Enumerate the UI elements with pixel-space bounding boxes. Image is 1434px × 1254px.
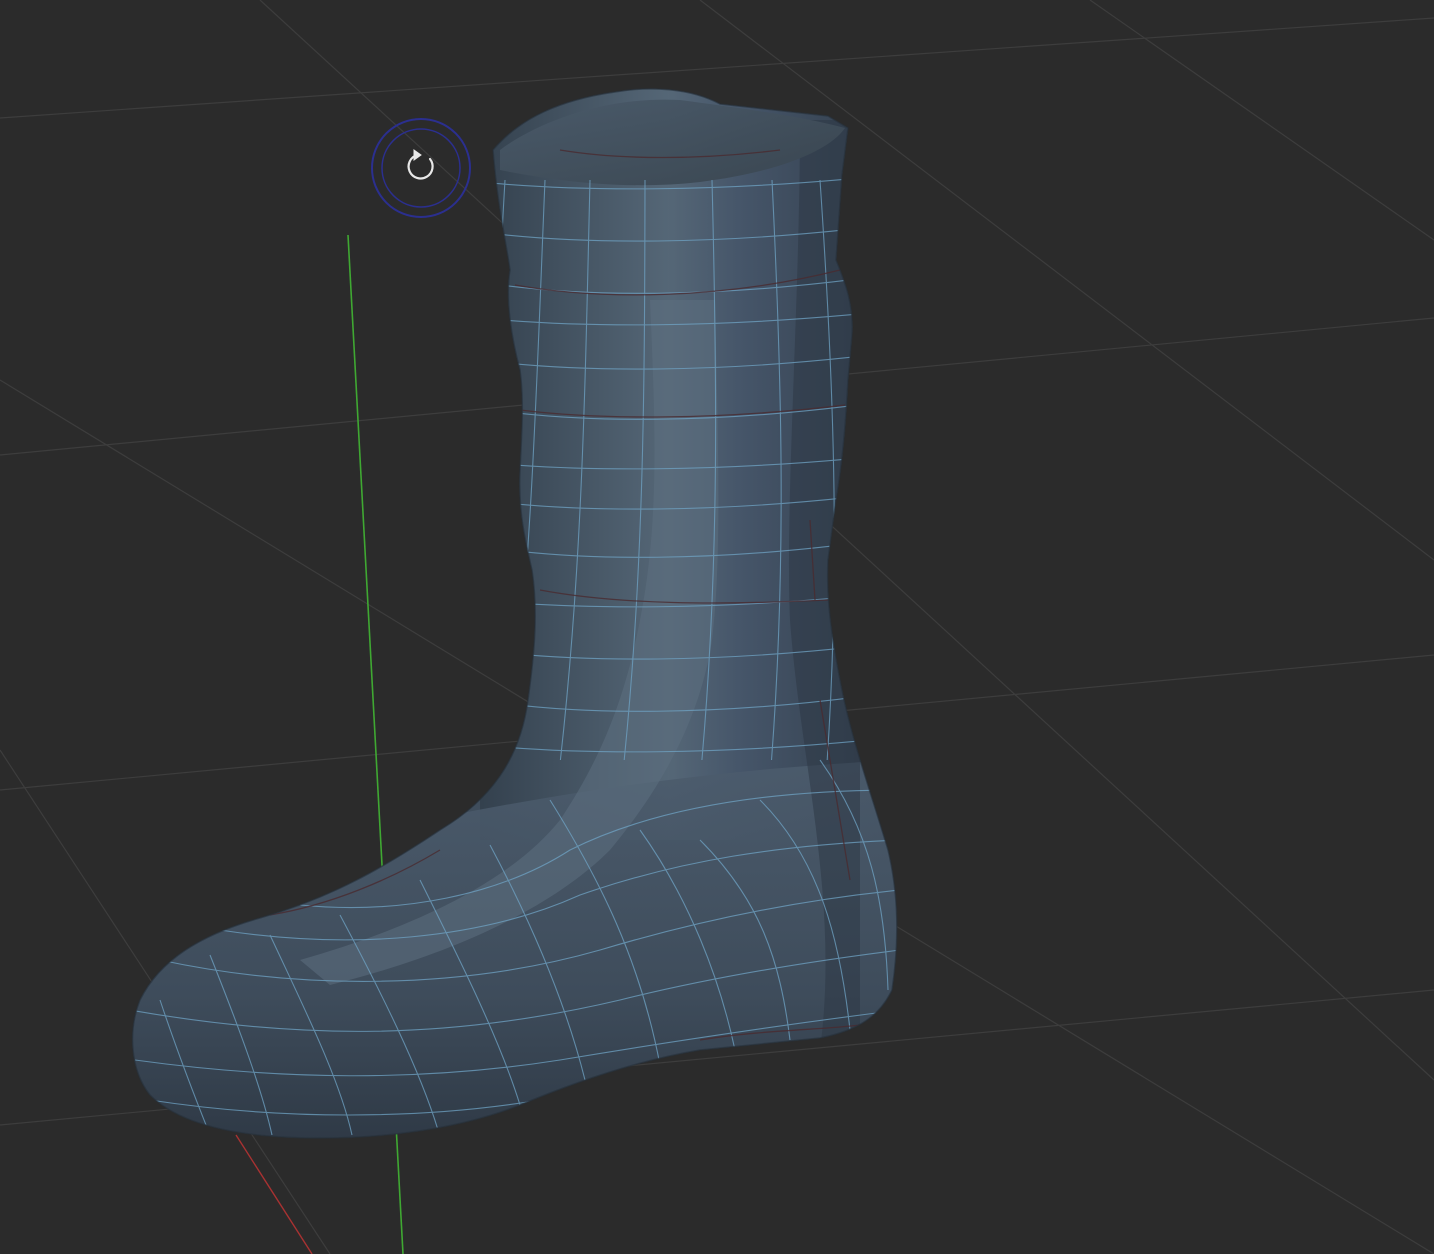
viewport-canvas[interactable]: [0, 0, 1434, 1254]
3d-viewport[interactable]: [0, 0, 1434, 1254]
rotate-icon[interactable]: [370, 117, 472, 219]
grid-line: [1089, 0, 1434, 241]
boot-shading: [132, 88, 897, 1138]
rotate-gizmo[interactable]: [370, 117, 472, 219]
boot-mesh[interactable]: [120, 80, 900, 1150]
x-axis-line: [235, 1134, 313, 1254]
